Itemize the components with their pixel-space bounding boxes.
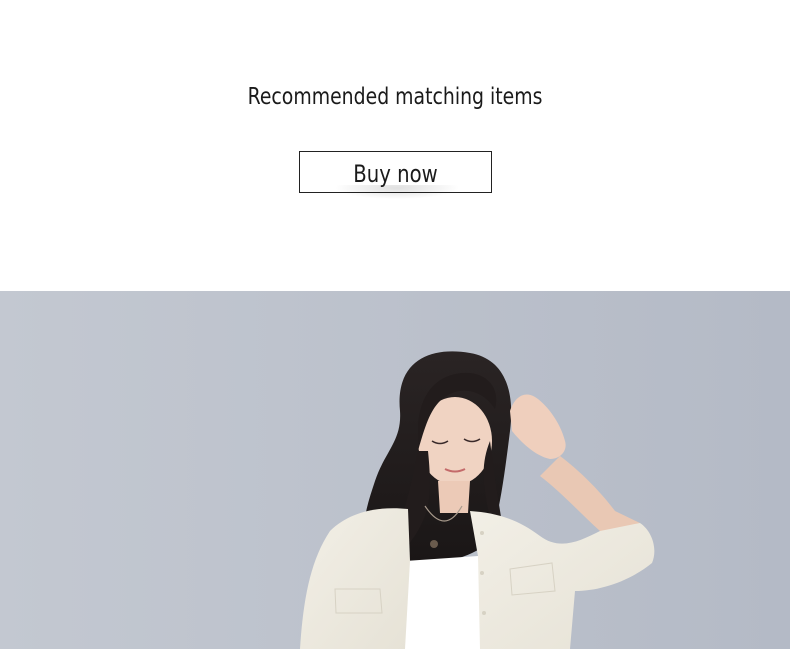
section-title: Recommended matching items — [247, 84, 543, 110]
model-photo — [0, 291, 790, 649]
recommend-section: Recommended matching items Buy now — [0, 0, 790, 291]
buy-now-button[interactable]: Buy now — [299, 151, 492, 199]
model-illustration — [0, 291, 790, 649]
buy-now-label: Buy now — [353, 160, 438, 188]
white-top — [402, 556, 488, 649]
